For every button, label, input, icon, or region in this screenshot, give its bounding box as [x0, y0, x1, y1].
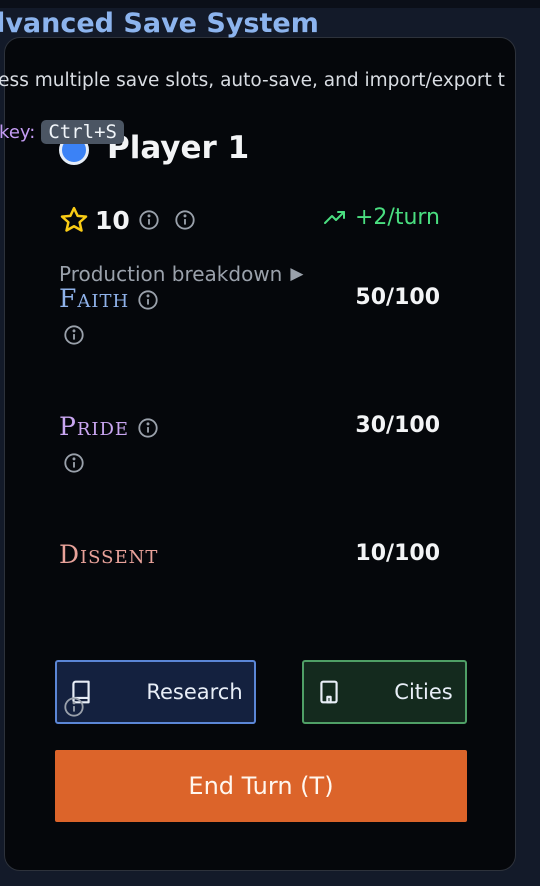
hotkey-label: tkey:	[0, 121, 36, 143]
production-breakdown-toggle[interactable]: Production breakdown ▶	[59, 262, 303, 286]
resource-value: 10/100	[355, 541, 440, 566]
resource-faith: Faith	[59, 284, 159, 313]
resource-value: 50/100	[355, 285, 440, 310]
score-value: 10	[95, 205, 130, 235]
star-icon	[59, 205, 89, 235]
player-name: Player 1	[107, 130, 250, 166]
score-rate-text: +2/turn	[354, 205, 440, 230]
info-icon[interactable]	[63, 452, 85, 474]
resource-value: 30/100	[355, 413, 440, 438]
info-icon[interactable]	[174, 209, 196, 231]
info-icon[interactable]	[137, 416, 159, 438]
player-panel: Player 1 10 +2/turn Production breakdown…	[4, 37, 516, 871]
trending-up-icon	[323, 206, 347, 230]
tooltip-title: dvanced Save System	[0, 8, 319, 39]
cities-label: Cities	[394, 680, 453, 704]
top-bar	[0, 0, 540, 8]
tooltip-hotkey: tkey: Ctrl+S	[0, 120, 124, 144]
score-rate: +2/turn	[323, 205, 440, 230]
info-icon[interactable]	[63, 324, 85, 346]
game-screen: Player 1 10 +2/turn Production breakdown…	[0, 0, 540, 886]
tooltip-description: cess multiple save slots, auto-save, and…	[0, 70, 505, 91]
resource-dissent: Dissent	[59, 540, 158, 569]
resource-name: Pride	[59, 412, 130, 441]
production-breakdown-label: Production breakdown	[59, 262, 283, 286]
cities-button[interactable]: Cities	[302, 660, 467, 724]
expand-arrow-icon: ▶	[290, 264, 304, 284]
score-row: 10	[59, 204, 196, 236]
info-icon[interactable]	[138, 209, 160, 231]
info-icon[interactable]	[137, 288, 159, 310]
hotkey-key: Ctrl+S	[41, 120, 124, 144]
research-label: Research	[146, 680, 243, 704]
end-turn-button[interactable]: End Turn (T)	[55, 750, 467, 822]
info-icon[interactable]	[63, 696, 85, 718]
resource-name: Faith	[59, 284, 130, 313]
resource-name: Dissent	[59, 540, 159, 569]
building-icon	[316, 679, 368, 705]
end-turn-label: End Turn (T)	[188, 772, 334, 800]
research-button[interactable]: Research	[55, 660, 256, 724]
resource-pride: Pride	[59, 412, 159, 441]
